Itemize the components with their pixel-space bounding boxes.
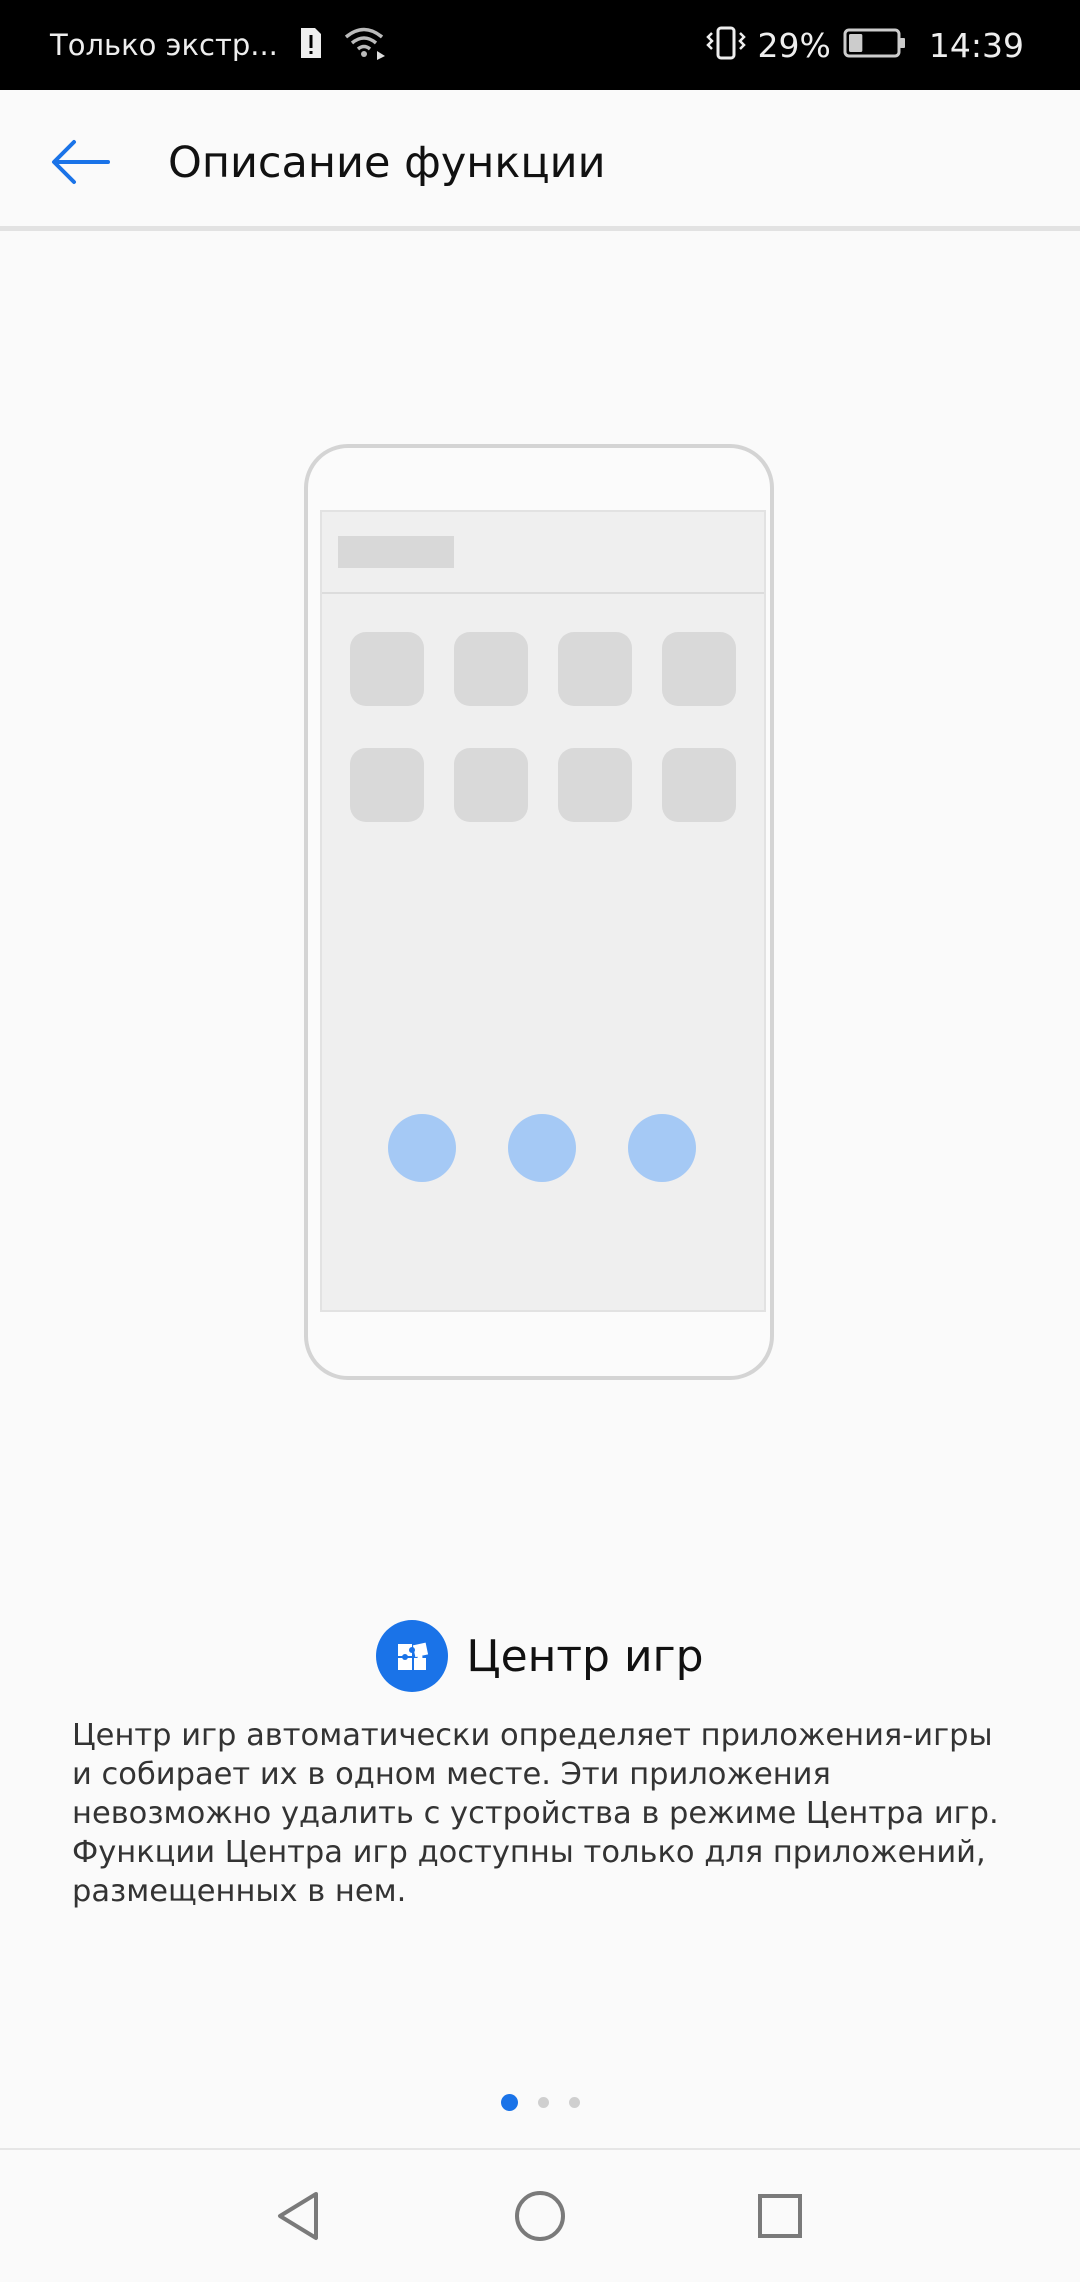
nav-recents-button[interactable] — [750, 2186, 810, 2246]
home-circle-icon — [515, 2191, 565, 2241]
back-button[interactable] — [40, 128, 120, 198]
game-center-icon — [376, 1620, 449, 1692]
page-indicator — [0, 2092, 1080, 2112]
clock: 14:39 — [928, 25, 1024, 65]
phone-screen-illustration — [320, 510, 766, 1312]
nav-back-button[interactable] — [270, 2186, 330, 2246]
battery-icon — [843, 27, 907, 63]
back-triangle-icon — [278, 2192, 318, 2240]
feature-heading: Центр игр — [0, 1616, 1080, 1696]
app-tile-placeholder — [454, 748, 528, 822]
carrier-label: Только экстр... — [50, 28, 278, 62]
app-tile-placeholder — [662, 748, 736, 822]
app-tile-placeholder — [558, 748, 632, 822]
touch-point-illustration — [508, 1114, 576, 1182]
status-bar-right: 29% 14:39 — [705, 0, 1024, 90]
nav-home-button[interactable] — [510, 2186, 570, 2246]
touch-point-illustration — [388, 1114, 456, 1182]
screen-header-illustration — [322, 512, 764, 594]
recents-square-icon — [758, 2194, 802, 2238]
status-bar: Только экстр... 29% 14:39 — [0, 0, 1080, 90]
screen-title-placeholder — [338, 536, 454, 568]
phone-illustration — [304, 444, 774, 1380]
app-tile-placeholder — [558, 632, 632, 706]
page-dot[interactable] — [568, 2096, 580, 2108]
app-tile-placeholder — [662, 632, 736, 706]
feature-description: Центр игр автоматически определяет прило… — [72, 1718, 999, 1909]
page-dot-active[interactable] — [500, 2093, 518, 2111]
feature-title: Центр игр — [466, 1630, 704, 1682]
page-dot[interactable] — [537, 2096, 549, 2108]
app-tile-placeholder — [350, 748, 424, 822]
vibrate-icon — [705, 25, 746, 65]
status-bar-left: Только экстр... — [50, 0, 386, 90]
wifi-icon — [344, 26, 386, 64]
app-tile-placeholder — [454, 632, 528, 706]
alert-sim-icon — [298, 26, 324, 64]
app-bar: Описание функции — [0, 90, 1080, 231]
touch-point-illustration — [628, 1114, 696, 1182]
app-tile-placeholder — [350, 632, 424, 706]
page-title: Описание функции — [168, 138, 606, 188]
navigation-bar — [0, 2148, 1080, 2282]
back-arrow-icon — [52, 140, 110, 184]
header-divider — [0, 226, 1080, 231]
battery-percent: 29% — [757, 25, 831, 65]
